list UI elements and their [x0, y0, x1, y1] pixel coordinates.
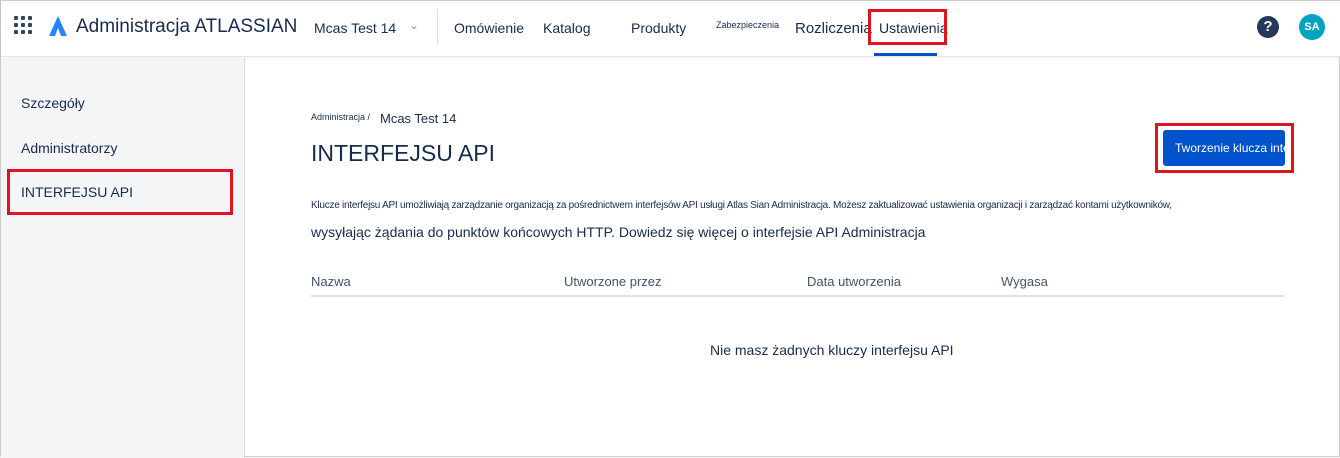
- atlassian-logo-icon: [49, 16, 67, 36]
- description-line-2: wysyłając żądania do punktów końcowych H…: [311, 224, 926, 240]
- app-switcher-icon[interactable]: [14, 16, 32, 34]
- nav-products[interactable]: Produkty: [631, 20, 686, 36]
- nav-overview[interactable]: Omówienie: [454, 20, 524, 36]
- nav-security[interactable]: Zabezpieczenia: [716, 20, 779, 30]
- sidebar: Szczegóły Administratorzy INTERFEJSU API: [1, 58, 245, 458]
- sidebar-item-details[interactable]: Szczegóły: [21, 95, 85, 111]
- top-nav-bar: Administracja ATLASSIAN Mcas Test 14 ⌄ O…: [1, 1, 1340, 57]
- active-tab-indicator: [874, 53, 937, 56]
- org-selector[interactable]: Mcas Test 14: [314, 20, 396, 36]
- column-created-date: Data utworzenia: [807, 274, 901, 289]
- sidebar-item-admins[interactable]: Administratorzy: [21, 140, 117, 156]
- divider: [437, 9, 438, 45]
- chevron-down-icon[interactable]: ⌄: [409, 18, 419, 32]
- highlight-box: [868, 9, 947, 45]
- page-title: INTERFEJSU API: [311, 140, 496, 166]
- table-header-divider: [311, 295, 1285, 297]
- avatar[interactable]: SA: [1299, 14, 1325, 40]
- help-icon[interactable]: ?: [1257, 16, 1279, 38]
- empty-state-message: Nie masz żadnych kluczy interfejsu API: [710, 342, 954, 358]
- nav-catalog[interactable]: Katalog: [543, 20, 590, 36]
- breadcrumb-root[interactable]: Administracja /: [311, 112, 370, 122]
- column-expires: Wygasa: [1001, 274, 1048, 289]
- description-line-1: Klucze interfejsu API umożliwiają zarząd…: [311, 200, 1172, 211]
- nav-billing[interactable]: Rozliczenia: [795, 20, 872, 37]
- highlight-box: [1155, 123, 1294, 173]
- column-name: Nazwa: [311, 274, 351, 289]
- column-created-by: Utworzone przez: [564, 274, 662, 289]
- highlight-box: [7, 169, 233, 215]
- app-title: Administracja ATLASSIAN: [76, 16, 298, 37]
- breadcrumb-current[interactable]: Mcas Test 14: [380, 111, 456, 126]
